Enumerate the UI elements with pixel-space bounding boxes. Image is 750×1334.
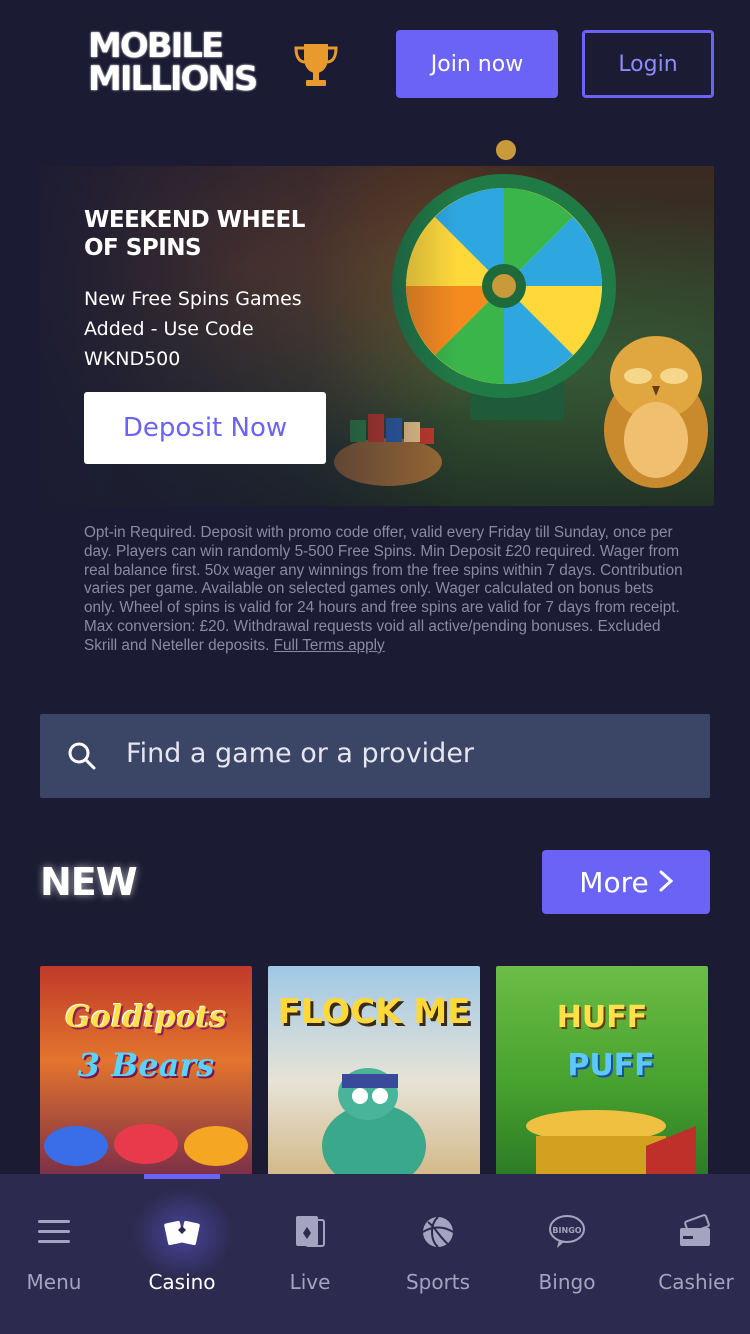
- join-now-button[interactable]: Join now: [396, 30, 558, 98]
- trophy-icon[interactable]: [292, 40, 340, 90]
- nav-item-bingo[interactable]: BINGO Bingo: [503, 1174, 631, 1334]
- header: MOBILE MILLIONS Join now Login: [0, 0, 750, 130]
- cashier-icon: [678, 1214, 714, 1250]
- golden-platform-image: [526, 1110, 696, 1176]
- promo-subtitle: New Free Spins Games Added - Use Code WK…: [84, 288, 302, 370]
- more-button-label: More: [579, 865, 649, 899]
- nav-item-casino[interactable]: Casino: [118, 1174, 246, 1334]
- new-section-title: NEW: [40, 860, 138, 904]
- nav-label: Bingo: [538, 1270, 596, 1294]
- terms-text: Opt-in Required. Deposit with promo code…: [84, 524, 683, 654]
- more-button[interactable]: More: [542, 850, 710, 914]
- nav-item-menu[interactable]: Menu: [0, 1174, 118, 1334]
- login-button[interactable]: Login: [582, 30, 714, 98]
- casino-icon: [164, 1214, 200, 1250]
- logo[interactable]: MOBILE MILLIONS: [88, 29, 258, 100]
- nav-item-sports[interactable]: Sports: [374, 1174, 502, 1334]
- bottom-nav: Menu Casino Live Sports BINGO Bingo Cash…: [0, 1174, 750, 1334]
- game-title: Goldipots: [65, 1000, 227, 1035]
- promo-title: WEEKEND WHEEL OF SPINS: [84, 207, 305, 261]
- nav-label: Menu: [26, 1270, 82, 1294]
- pigeon-character-image: [322, 1068, 426, 1176]
- game-title: FLOCK ME: [277, 992, 471, 1032]
- game-subtitle: 3 Bears: [77, 1046, 215, 1084]
- new-games-row: Goldipots 3 Bears FLOCK ME HUFF PUFF: [40, 966, 710, 1176]
- search-placeholder: Find a game or a provider: [126, 738, 475, 769]
- game-subtitle: PUFF: [567, 1048, 655, 1083]
- nav-label: Sports: [405, 1270, 471, 1294]
- sports-ball-icon: [420, 1214, 456, 1250]
- nav-label: Live: [289, 1270, 331, 1294]
- promo-banner[interactable]: WEEKEND WHEEL OF SPINS New Free Spins Ga…: [40, 140, 714, 512]
- chevron-right-icon: [659, 866, 673, 899]
- game-tile-huff-puff[interactable]: HUFF PUFF: [496, 966, 708, 1176]
- nav-item-cashier[interactable]: Cashier: [632, 1174, 750, 1334]
- svg-text:BINGO: BINGO: [552, 1226, 581, 1235]
- full-terms-link[interactable]: Full Terms apply: [274, 637, 385, 654]
- nav-item-live[interactable]: Live: [246, 1174, 374, 1334]
- game-tile-goldipots[interactable]: Goldipots 3 Bears: [40, 966, 252, 1176]
- logo-line-2: MILLIONS: [88, 59, 258, 99]
- bingo-icon: BINGO: [549, 1214, 585, 1250]
- search-icon: [68, 742, 96, 770]
- menu-icon: [36, 1214, 72, 1250]
- live-cards-icon: [292, 1214, 328, 1250]
- game-title: HUFF: [556, 1000, 648, 1035]
- nav-label: Cashier: [658, 1270, 734, 1294]
- honey-pots-image: [44, 1124, 248, 1166]
- nav-label: Casino: [148, 1270, 216, 1294]
- search-input[interactable]: Find a game or a provider: [40, 714, 710, 798]
- deposit-now-button[interactable]: Deposit Now: [84, 392, 326, 464]
- promo-terms: Opt-in Required. Deposit with promo code…: [84, 524, 684, 656]
- game-tile-flock-me[interactable]: FLOCK ME: [268, 966, 480, 1176]
